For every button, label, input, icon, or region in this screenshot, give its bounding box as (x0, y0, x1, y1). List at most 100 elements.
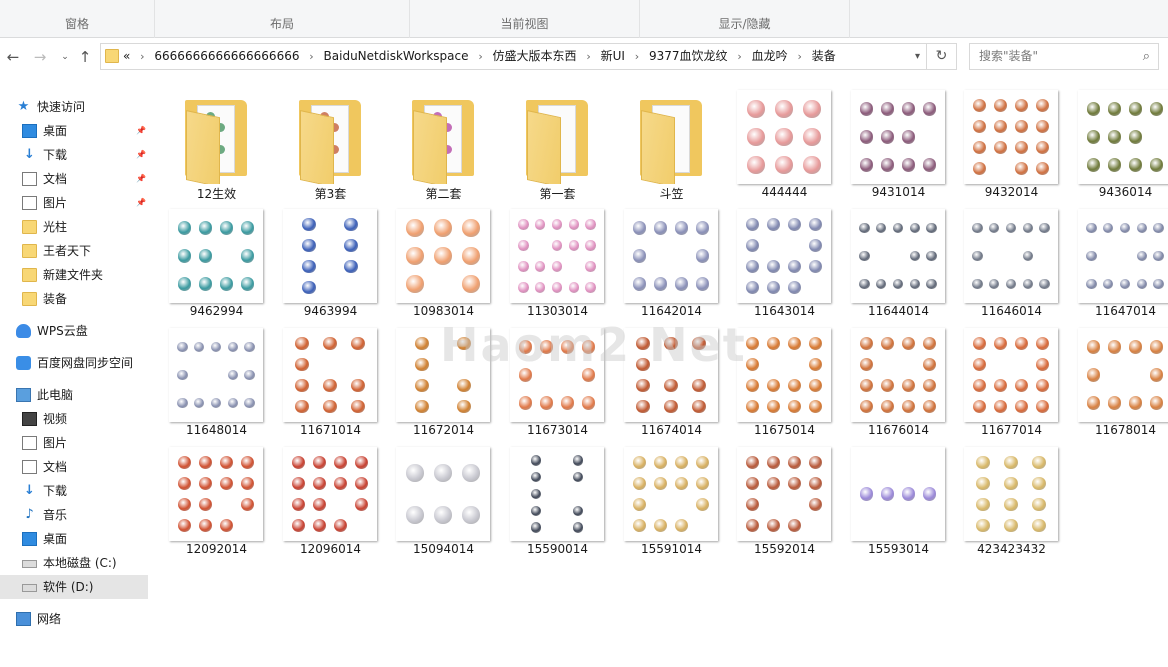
back-arrow-icon[interactable]: ← (3, 46, 23, 68)
sidebar-item[interactable]: 软件 (D:) (0, 575, 148, 599)
sidebar-item[interactable]: 本地磁盘 (C:) (0, 551, 148, 575)
sidebar-item[interactable]: 视频 (0, 407, 148, 431)
sprite-frame (302, 259, 316, 273)
image-file-item[interactable]: 11648014 (160, 328, 273, 447)
sidebar-item[interactable]: 装备 (0, 287, 148, 311)
folder-item[interactable]: 第二套 (387, 90, 500, 209)
image-file-item[interactable]: 11643014 (728, 209, 841, 328)
sprite-frame (859, 487, 873, 501)
image-file-item[interactable]: 11644014 (842, 209, 955, 328)
sidebar-item-label: 下载 (43, 484, 68, 498)
computer-icon (16, 388, 31, 402)
sidebar-item[interactable]: 图片 📌 (0, 191, 148, 215)
image-file-item[interactable]: 9431014 (842, 90, 955, 209)
sprite-frame (988, 222, 1000, 234)
breadcrumb-item[interactable]: 6666666666666666666 (154, 44, 299, 69)
breadcrumb-item[interactable]: 仿盛大版本东西 (493, 44, 577, 69)
sprite-frame (1119, 278, 1131, 290)
folder-front (413, 110, 447, 184)
folder-thumbnail (510, 90, 604, 184)
up-arrow-icon[interactable]: ↑ (75, 46, 95, 68)
image-file-item[interactable]: 423423432 (955, 447, 1068, 566)
image-file-item[interactable]: 9463994 (274, 209, 387, 328)
sprite-frame (901, 158, 915, 172)
desktop-icon (22, 532, 37, 546)
image-file-item[interactable]: 11677014 (955, 328, 1068, 447)
sidebar-item[interactable]: ↓ 下载 📌 (0, 143, 148, 167)
breadcrumb-overflow[interactable]: « (123, 44, 130, 69)
image-file-item[interactable]: 15592014 (728, 447, 841, 566)
image-file-item[interactable]: 11646014 (955, 209, 1068, 328)
sidebar-item[interactable]: ↓ 下载 (0, 479, 148, 503)
file-name: 第一套 (539, 187, 576, 201)
breadcrumb-item[interactable]: BaiduNetdiskWorkspace (324, 44, 469, 69)
image-file-item[interactable]: 11678014 (1069, 328, 1168, 447)
image-file-item[interactable]: 12096014 (274, 447, 387, 566)
breadcrumb-separator-icon: › (797, 50, 802, 63)
sprite-frame (434, 506, 452, 524)
ribbon-group-current-view[interactable]: 当前视图 (410, 0, 640, 38)
image-file-item[interactable]: 10983014 (387, 209, 500, 328)
sprite-frame (674, 476, 688, 490)
search-input[interactable]: 搜索"装备" ⌕ (969, 43, 1159, 70)
sidebar-item[interactable]: 此电脑 (0, 383, 148, 407)
breadcrumb-item[interactable]: 新UI (601, 44, 625, 69)
breadcrumb-item[interactable]: 9377血饮龙纹 (649, 44, 728, 69)
forward-arrow-icon[interactable]: → (30, 46, 50, 68)
sidebar-item[interactable]: 光柱 (0, 215, 148, 239)
breadcrumb-separator-icon: › (140, 50, 145, 63)
sprite-frame (674, 455, 688, 469)
folder-item[interactable]: 12生效 (160, 90, 273, 209)
image-file-item[interactable]: 15590014 (501, 447, 614, 566)
sprite-frame (901, 487, 915, 501)
breadcrumb-item[interactable]: 血龙吟 (752, 44, 788, 69)
sprite-frame (880, 102, 894, 116)
sprite-frame (880, 399, 894, 413)
folder-item[interactable]: 第3套 (274, 90, 387, 209)
sidebar-item[interactable]: 文档 (0, 455, 148, 479)
sidebar-item[interactable]: 网络 (0, 607, 148, 631)
sprite-frame (406, 247, 424, 265)
sidebar-item[interactable]: 桌面 (0, 527, 148, 551)
image-thumbnail (283, 447, 377, 541)
sprite-frame (976, 455, 990, 469)
sidebar-item[interactable]: 桌面 📌 (0, 119, 148, 143)
sidebar-item[interactable]: 百度网盘同步空间 (0, 351, 148, 375)
image-file-item[interactable]: 444444 (728, 90, 841, 209)
image-file-item[interactable]: 15094014 (387, 447, 500, 566)
image-file-item[interactable]: 11647014 (1069, 209, 1168, 328)
sidebar-item[interactable]: 图片 (0, 431, 148, 455)
image-file-item[interactable]: 11642014 (615, 209, 728, 328)
image-file-item[interactable]: 11303014 (501, 209, 614, 328)
recent-locations-chevron-icon[interactable]: ⌄ (55, 46, 75, 68)
image-file-item[interactable]: 15593014 (842, 447, 955, 566)
refresh-icon[interactable]: ↻ (927, 43, 957, 70)
sprite-frame (415, 336, 429, 350)
address-bar[interactable]: « › 6666666666666666666 › BaiduNetdiskWo… (100, 43, 927, 70)
folder-item[interactable]: 斗笠 (615, 90, 728, 209)
image-file-item[interactable]: 9432014 (955, 90, 1068, 209)
sidebar-item[interactable]: ♪ 音乐 (0, 503, 148, 527)
sprite-frame (462, 247, 480, 265)
image-file-item[interactable]: 11671014 (274, 328, 387, 447)
sidebar-item[interactable]: 新建文件夹 (0, 263, 148, 287)
breadcrumb-item[interactable]: 装备 (812, 44, 836, 69)
file-name: 11672014 (412, 423, 475, 437)
image-file-item[interactable]: 9462994 (160, 209, 273, 328)
sidebar-item[interactable]: WPS云盘 (0, 319, 148, 343)
image-file-item[interactable]: 11676014 (842, 328, 955, 447)
image-file-item[interactable]: 12092014 (160, 447, 273, 566)
sprite-frame (1035, 140, 1049, 154)
address-dropdown-chevron-icon[interactable]: ▾ (915, 44, 920, 69)
sidebar-item[interactable]: 文档 📌 (0, 167, 148, 191)
folder-item[interactable]: 第一套 (501, 90, 614, 209)
sidebar-item[interactable]: 王者天下 (0, 239, 148, 263)
image-file-item[interactable]: 15591014 (615, 447, 728, 566)
ribbon-group-show-hide[interactable]: 显示/隐藏 (640, 0, 850, 38)
sidebar-item-label: 视频 (43, 412, 68, 426)
ribbon-group-layout[interactable]: 布局 (155, 0, 410, 38)
sidebar-item[interactable]: ★ 快速访问 (0, 95, 148, 119)
ribbon-group-panes[interactable]: 窗格 (0, 0, 155, 38)
image-file-item[interactable]: 9436014 (1069, 90, 1168, 209)
sprite-frame (1004, 455, 1018, 469)
